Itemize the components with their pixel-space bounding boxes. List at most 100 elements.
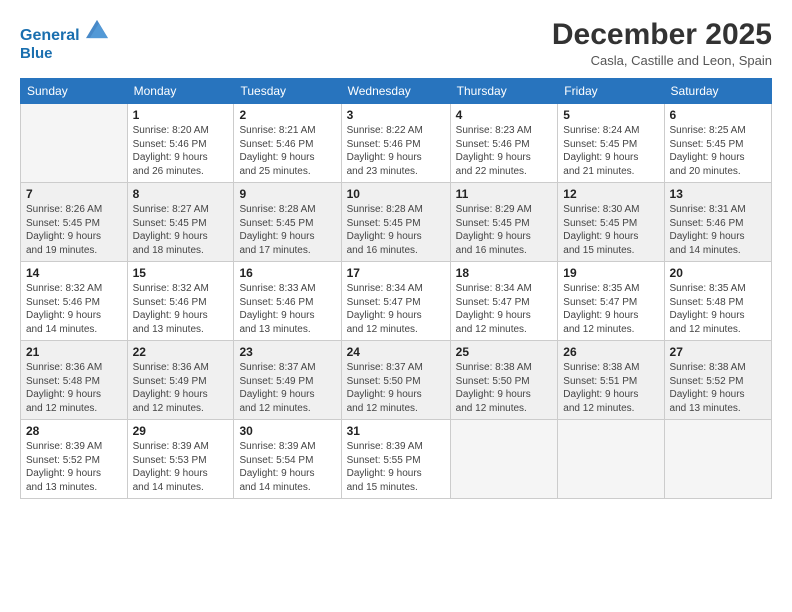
day-number: 29	[133, 424, 229, 438]
page: General Blue December 2025 Casla, Castil…	[0, 0, 792, 612]
day-number: 6	[670, 108, 766, 122]
weekday-header-friday: Friday	[558, 79, 664, 104]
weekday-header-tuesday: Tuesday	[234, 79, 341, 104]
calendar-cell: 29 Sunrise: 8:39 AM Sunset: 5:53 PM Dayli…	[127, 420, 234, 499]
calendar-week-row: 1 Sunrise: 8:20 AM Sunset: 5:46 PM Daylig…	[21, 104, 772, 183]
day-number: 20	[670, 266, 766, 280]
calendar-week-row: 7Sunrise: 8:26 AM Sunset: 5:45 PM Daylig…	[21, 183, 772, 262]
day-number: 14	[26, 266, 122, 280]
day-number: 31	[347, 424, 445, 438]
calendar-cell: 18 Sunrise: 8:34 AM Sunset: 5:47 PM Dayli…	[450, 262, 558, 341]
calendar-cell: 14 Sunrise: 8:32 AM Sunset: 5:46 PM Dayli…	[21, 262, 128, 341]
day-info: Sunrise: 8:24 AM Sunset: 5:45 PM Dayligh…	[563, 124, 658, 178]
day-number: 13	[670, 187, 766, 201]
logo-text: General	[20, 18, 108, 45]
calendar-cell: 20 Sunrise: 8:35 AM Sunset: 5:48 PM Dayli…	[664, 262, 771, 341]
day-number: 8	[133, 187, 229, 201]
day-info: Sunrise: 8:28 AM Sunset: 5:45 PM Dayligh…	[239, 203, 335, 257]
day-number: 22	[133, 345, 229, 359]
day-info: Sunrise: 8:39 AM Sunset: 5:54 PM Dayligh…	[239, 440, 335, 494]
calendar-cell: 30 Sunrise: 8:39 AM Sunset: 5:54 PM Dayli…	[234, 420, 341, 499]
day-number: 15	[133, 266, 229, 280]
calendar-cell: 11 Sunrise: 8:29 AM Sunset: 5:45 PM Dayli…	[450, 183, 558, 262]
day-info: Sunrise: 8:29 AM Sunset: 5:45 PM Dayligh…	[456, 203, 553, 257]
header: General Blue December 2025 Casla, Castil…	[20, 18, 772, 68]
day-number: 18	[456, 266, 553, 280]
calendar-cell: 8Sunrise: 8:27 AM Sunset: 5:45 PM Daylig…	[127, 183, 234, 262]
calendar-cell: 25 Sunrise: 8:38 AM Sunset: 5:50 PM Dayli…	[450, 341, 558, 420]
calendar-cell: 6 Sunrise: 8:25 AM Sunset: 5:45 PM Daylig…	[664, 104, 771, 183]
day-info: Sunrise: 8:25 AM Sunset: 5:45 PM Dayligh…	[670, 124, 766, 178]
day-number: 21	[26, 345, 122, 359]
day-info: Sunrise: 8:36 AM Sunset: 5:49 PM Dayligh…	[133, 361, 229, 415]
day-info: Sunrise: 8:38 AM Sunset: 5:50 PM Dayligh…	[456, 361, 553, 415]
calendar-cell: 16 Sunrise: 8:33 AM Sunset: 5:46 PM Dayli…	[234, 262, 341, 341]
day-number: 17	[347, 266, 445, 280]
day-info: Sunrise: 8:37 AM Sunset: 5:50 PM Dayligh…	[347, 361, 445, 415]
calendar-cell: 17 Sunrise: 8:34 AM Sunset: 5:47 PM Dayli…	[341, 262, 450, 341]
weekday-header-monday: Monday	[127, 79, 234, 104]
day-info: Sunrise: 8:39 AM Sunset: 5:53 PM Dayligh…	[133, 440, 229, 494]
calendar-cell: 27 Sunrise: 8:38 AM Sunset: 5:52 PM Dayli…	[664, 341, 771, 420]
logo-icon	[86, 18, 108, 40]
day-info: Sunrise: 8:34 AM Sunset: 5:47 PM Dayligh…	[347, 282, 445, 336]
day-number: 25	[456, 345, 553, 359]
day-number: 9	[239, 187, 335, 201]
day-info: Sunrise: 8:22 AM Sunset: 5:46 PM Dayligh…	[347, 124, 445, 178]
day-info: Sunrise: 8:32 AM Sunset: 5:46 PM Dayligh…	[133, 282, 229, 336]
day-number: 4	[456, 108, 553, 122]
day-info: Sunrise: 8:21 AM Sunset: 5:46 PM Dayligh…	[239, 124, 335, 178]
calendar-cell: 26Sunrise: 8:38 AM Sunset: 5:51 PM Dayli…	[558, 341, 664, 420]
day-info: Sunrise: 8:31 AM Sunset: 5:46 PM Dayligh…	[670, 203, 766, 257]
day-info: Sunrise: 8:32 AM Sunset: 5:46 PM Dayligh…	[26, 282, 122, 336]
day-number: 26	[563, 345, 658, 359]
calendar-cell	[450, 420, 558, 499]
calendar-week-row: 28Sunrise: 8:39 AM Sunset: 5:52 PM Dayli…	[21, 420, 772, 499]
calendar-cell: 22 Sunrise: 8:36 AM Sunset: 5:49 PM Dayli…	[127, 341, 234, 420]
day-number: 16	[239, 266, 335, 280]
day-info: Sunrise: 8:39 AM Sunset: 5:55 PM Dayligh…	[347, 440, 445, 494]
calendar-cell: 12Sunrise: 8:30 AM Sunset: 5:45 PM Dayli…	[558, 183, 664, 262]
calendar-cell: 10Sunrise: 8:28 AM Sunset: 5:45 PM Dayli…	[341, 183, 450, 262]
day-number: 23	[239, 345, 335, 359]
weekday-header-wednesday: Wednesday	[341, 79, 450, 104]
calendar-cell	[664, 420, 771, 499]
day-number: 27	[670, 345, 766, 359]
day-info: Sunrise: 8:38 AM Sunset: 5:52 PM Dayligh…	[670, 361, 766, 415]
day-info: Sunrise: 8:34 AM Sunset: 5:47 PM Dayligh…	[456, 282, 553, 336]
calendar-cell: 15 Sunrise: 8:32 AM Sunset: 5:46 PM Dayli…	[127, 262, 234, 341]
day-number: 1	[133, 108, 229, 122]
calendar-cell: 28Sunrise: 8:39 AM Sunset: 5:52 PM Dayli…	[21, 420, 128, 499]
day-number: 11	[456, 187, 553, 201]
day-number: 3	[347, 108, 445, 122]
calendar-cell: 24 Sunrise: 8:37 AM Sunset: 5:50 PM Dayli…	[341, 341, 450, 420]
calendar-table: SundayMondayTuesdayWednesdayThursdayFrid…	[20, 78, 772, 499]
day-info: Sunrise: 8:28 AM Sunset: 5:45 PM Dayligh…	[347, 203, 445, 257]
day-number: 28	[26, 424, 122, 438]
calendar-cell: 5 Sunrise: 8:24 AM Sunset: 5:45 PM Daylig…	[558, 104, 664, 183]
day-number: 24	[347, 345, 445, 359]
calendar-cell	[21, 104, 128, 183]
calendar-cell: 1 Sunrise: 8:20 AM Sunset: 5:46 PM Daylig…	[127, 104, 234, 183]
title-section: December 2025 Casla, Castille and Leon, …	[552, 18, 772, 68]
day-number: 19	[563, 266, 658, 280]
day-info: Sunrise: 8:26 AM Sunset: 5:45 PM Dayligh…	[26, 203, 122, 257]
day-info: Sunrise: 8:20 AM Sunset: 5:46 PM Dayligh…	[133, 124, 229, 178]
day-info: Sunrise: 8:33 AM Sunset: 5:46 PM Dayligh…	[239, 282, 335, 336]
calendar-week-row: 21Sunrise: 8:36 AM Sunset: 5:48 PM Dayli…	[21, 341, 772, 420]
calendar-cell: 13 Sunrise: 8:31 AM Sunset: 5:46 PM Dayli…	[664, 183, 771, 262]
day-info: Sunrise: 8:37 AM Sunset: 5:49 PM Dayligh…	[239, 361, 335, 415]
day-info: Sunrise: 8:23 AM Sunset: 5:46 PM Dayligh…	[456, 124, 553, 178]
calendar-cell: 3 Sunrise: 8:22 AM Sunset: 5:46 PM Daylig…	[341, 104, 450, 183]
day-number: 2	[239, 108, 335, 122]
day-number: 5	[563, 108, 658, 122]
calendar-week-row: 14 Sunrise: 8:32 AM Sunset: 5:46 PM Dayli…	[21, 262, 772, 341]
day-info: Sunrise: 8:35 AM Sunset: 5:48 PM Dayligh…	[670, 282, 766, 336]
calendar-cell: 21Sunrise: 8:36 AM Sunset: 5:48 PM Dayli…	[21, 341, 128, 420]
weekday-header-sunday: Sunday	[21, 79, 128, 104]
location: Casla, Castille and Leon, Spain	[552, 53, 772, 68]
logo: General Blue	[20, 18, 108, 63]
calendar-cell: 19Sunrise: 8:35 AM Sunset: 5:47 PM Dayli…	[558, 262, 664, 341]
calendar-cell: 9 Sunrise: 8:28 AM Sunset: 5:45 PM Daylig…	[234, 183, 341, 262]
day-number: 30	[239, 424, 335, 438]
